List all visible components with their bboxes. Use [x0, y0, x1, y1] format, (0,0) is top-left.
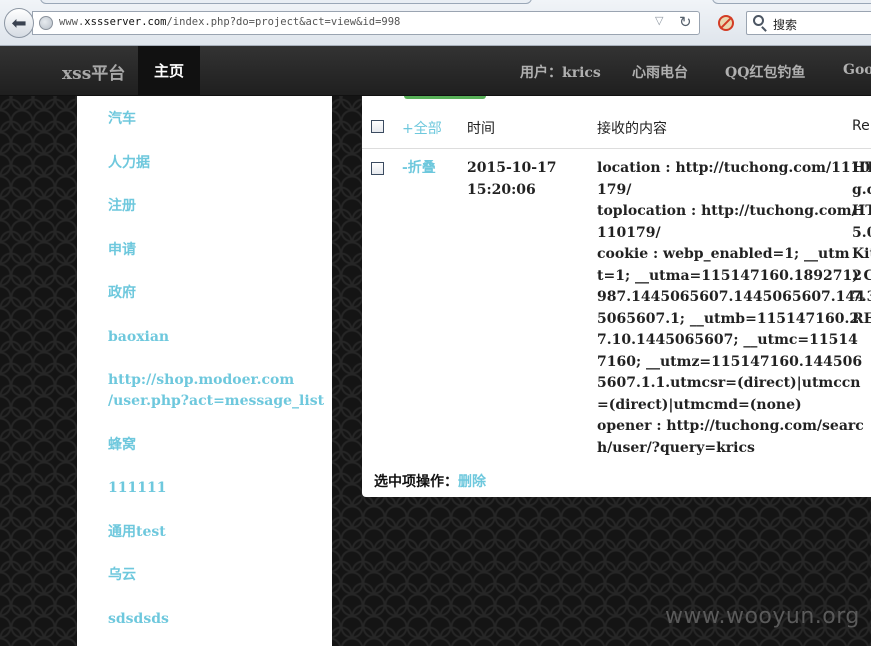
search-placeholder: 搜索 — [773, 18, 798, 32]
records-panel: +全部 时间 接收的内容 Re -折叠 2015-10-17 15:20:06 … — [362, 96, 871, 497]
batch-actions-label: 选中项操作： — [374, 474, 458, 490]
row-checkbox[interactable] — [371, 162, 384, 175]
sidebar-item[interactable]: 汽车 — [108, 109, 136, 130]
back-arrow-icon: ⬅ — [11, 12, 27, 34]
sidebar-item[interactable]: sdsdsds — [108, 609, 169, 630]
sidebar-item[interactable]: 申请 — [108, 240, 136, 261]
back-button[interactable]: ⬅ — [4, 8, 34, 38]
script-blocker-icon[interactable] — [718, 15, 734, 31]
content-line: h/user/?query=krics — [597, 439, 755, 456]
sidebar-item[interactable]: 政府 — [108, 283, 136, 304]
sidebar-item[interactable]: 乌云 — [108, 565, 136, 586]
sidebar-item[interactable]: 111111 — [108, 478, 166, 499]
column-header-content: 接收的内容 — [597, 121, 667, 137]
column-header-extra: Re — [852, 118, 870, 134]
address-bar[interactable]: www.xssserver.com/index.php?do=project&a… — [32, 11, 700, 35]
extra-line: HT — [852, 203, 871, 219]
nav-home[interactable]: 主页 — [138, 46, 200, 96]
row-timestamp: 2015-10-17 15:20:06 — [467, 160, 557, 198]
top-navbar: xss平台 主页 用户：krics 心雨电台 QQ红包钓鱼 Goo — [0, 46, 871, 96]
content-line: =(direct)|utmcmd=(none) — [597, 396, 802, 413]
extra-line: 5.0 — [852, 224, 871, 241]
extra-line: HT — [852, 160, 871, 176]
expand-all-link[interactable]: +全部 — [402, 118, 442, 138]
extra-line: 7.3 — [852, 289, 871, 305]
content-line: 7160; __utmz=115147160.144506 — [597, 353, 863, 370]
column-header-time: 时间 — [467, 121, 495, 137]
browser-tab[interactable] — [712, 0, 871, 4]
content-line: t=1; __utma=115147160.1892712 — [597, 267, 862, 284]
collapse-link[interactable]: -折叠 — [402, 158, 436, 180]
globe-icon — [39, 16, 53, 30]
sidebar-item[interactable]: 通用test — [108, 522, 166, 543]
extra-line: ) C — [852, 267, 871, 284]
sidebar-item[interactable]: http://shop.modoer.com — [108, 370, 294, 391]
brand-logo[interactable]: xss平台 — [62, 59, 125, 84]
url-dropdown-icon[interactable]: ▽ — [655, 14, 663, 27]
content-line: opener : http://tuchong.com/searc — [597, 418, 864, 434]
batch-actions: 选中项操作：删除 — [374, 471, 486, 491]
watermark: www.wooyun.org — [665, 604, 860, 629]
reload-icon[interactable]: ↻ — [679, 13, 692, 31]
url-text[interactable]: www.xssserver.com/index.php?do=project&a… — [59, 16, 400, 28]
divider — [362, 148, 871, 149]
content-line: 179/ — [597, 181, 632, 198]
project-sidebar: 汽车 人力据 注册 申请 政府 baoxian http://shop.modo… — [77, 96, 332, 646]
content-line: 5065607.1; __utmb=115147160.2 — [597, 310, 860, 327]
green-button[interactable] — [404, 96, 486, 99]
content-line: 5607.1.1.utmcsr=(direct)|utmccn — [597, 375, 861, 391]
sidebar-item[interactable]: baoxian — [108, 327, 169, 348]
browser-tab[interactable] — [40, 0, 532, 4]
content-line: 7.10.1445065607; __utmc=11514 — [597, 332, 858, 348]
row-extra: HT g.c HT 5.0 Kit ) C 7.3 RE — [852, 158, 871, 330]
nav-link-goo[interactable]: Goo — [843, 62, 871, 78]
content-line: cookie : webp_enabled=1; __utm — [597, 246, 850, 262]
extra-line: Kit — [852, 246, 871, 262]
select-all-checkbox[interactable] — [371, 120, 384, 133]
extra-line: RE — [852, 310, 871, 327]
row-content: location : http://tuchong.com/1110 179/to… — [597, 158, 871, 459]
content-line: 110179/ — [597, 224, 661, 241]
content-line: 987.1445065607.1445065607.144 — [597, 289, 865, 305]
browser-toolbar: www.xssserver.com/index.php?do=project&a… — [0, 0, 871, 46]
extra-line: g.c — [852, 181, 871, 198]
content-line: toplocation : http://tuchong.com/1 — [597, 203, 867, 219]
search-icon — [753, 15, 764, 26]
sidebar-item[interactable]: 注册 — [108, 196, 136, 217]
sidebar-item[interactable]: /user.php?act=message_list — [108, 391, 324, 412]
content-line: location : http://tuchong.com/1110 — [597, 160, 871, 176]
nav-link-qq-hongbao[interactable]: QQ红包钓鱼 — [725, 62, 805, 82]
nav-link-xinyu[interactable]: 心雨电台 — [632, 62, 688, 82]
sidebar-item[interactable]: 人力据 — [108, 153, 150, 174]
delete-link[interactable]: 删除 — [458, 474, 486, 490]
sidebar-item[interactable]: 蜂窝 — [108, 435, 136, 456]
nav-user[interactable]: 用户：krics — [520, 62, 601, 82]
search-box[interactable]: 搜索 — [746, 11, 871, 35]
